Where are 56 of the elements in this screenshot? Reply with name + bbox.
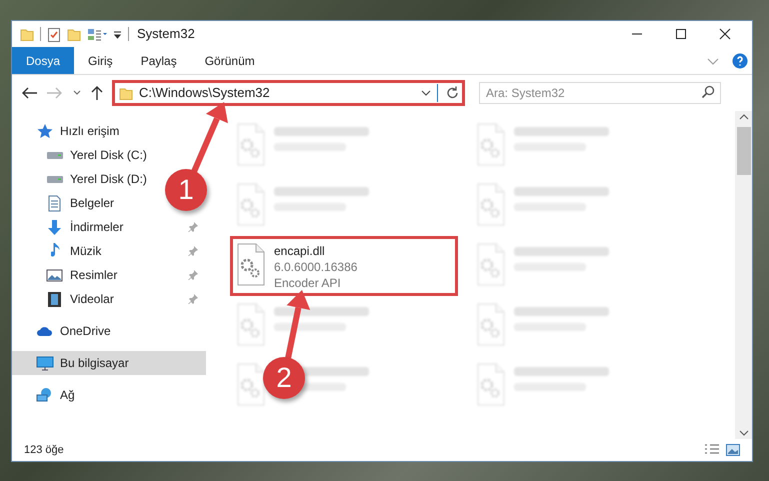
nav-label: Hızlı erişim	[60, 123, 120, 140]
address-field[interactable]: C:\Windows\System32	[112, 80, 465, 106]
drive-icon	[46, 176, 64, 182]
nav-item[interactable]: Yerel Disk (C:)	[12, 143, 155, 167]
nav-item[interactable]: OneDrive	[12, 319, 119, 343]
search-icon[interactable]	[701, 85, 715, 99]
chevron-down-icon[interactable]	[421, 88, 431, 98]
nav-item[interactable]: Yerel Disk (D:)	[12, 167, 155, 191]
help-icon[interactable]	[732, 52, 748, 68]
nav-label: Belgeler	[70, 195, 114, 212]
drive-icon	[46, 152, 64, 158]
checklist-icon[interactable]	[47, 26, 61, 42]
star-icon	[36, 122, 54, 140]
nav-label: Resimler	[70, 267, 118, 284]
nav-item[interactable]: İndirmeler	[12, 215, 206, 239]
nav-item[interactable]: Ağ	[12, 383, 83, 407]
nav-item[interactable]: Bu bilgisayar	[12, 351, 206, 375]
picture-icon	[46, 266, 64, 284]
file-detail: 6.0.6000.16386	[274, 259, 358, 275]
up-arrow-icon[interactable]	[90, 85, 104, 101]
folder-icon	[20, 26, 34, 42]
large-icons-view-icon[interactable]	[726, 444, 740, 456]
nav-label: Müzik	[70, 243, 102, 260]
nav-item[interactable]: Belgeler	[12, 191, 122, 215]
nav-label: Bu bilgisayar	[60, 355, 130, 372]
nav-label: OneDrive	[60, 323, 111, 340]
nav-item[interactable]: Resimler	[12, 263, 206, 287]
nav-item[interactable]: Müzik	[12, 239, 206, 263]
ribbon-tab[interactable]: Paylaş	[126, 47, 191, 74]
ribbon-tab[interactable]: Dosya	[12, 47, 74, 74]
network-icon	[36, 386, 54, 404]
nav-label: Ağ	[60, 387, 75, 404]
file-name: encapi.dll	[274, 243, 326, 259]
properties-icon[interactable]	[87, 26, 107, 42]
ribbon-tab[interactable]: Giriş	[74, 47, 127, 74]
nav-label: Videolar	[70, 291, 115, 308]
address-text: C:\Windows\System32	[139, 84, 271, 102]
monitor-icon	[36, 354, 54, 372]
item-count: 123 öğe	[24, 442, 64, 458]
nav-item[interactable]: Videolar	[12, 287, 206, 311]
ribbon-tab[interactable]: Görünüm	[190, 47, 269, 74]
back-arrow-icon[interactable]	[20, 86, 38, 100]
nav-label: İndirmeler	[70, 219, 124, 236]
window-title: System32	[137, 25, 195, 44]
download-arrow-icon	[46, 218, 64, 236]
folder-icon	[119, 86, 133, 100]
file-item[interactable]: encapi.dll 6.0.6000.16386 Encoder API	[230, 236, 458, 296]
nav-label: Yerel Disk (D:)	[70, 171, 147, 188]
scrollbar-thumb[interactable]	[736, 127, 750, 175]
nav-label: Yerel Disk (C:)	[70, 147, 147, 164]
search-field[interactable]: Ara: System32	[479, 82, 721, 104]
blurred-detail-bar	[274, 323, 346, 331]
film-icon	[46, 290, 64, 308]
nav-item[interactable]: Hızlı erişim	[12, 119, 128, 143]
file-detail: Encoder API	[274, 275, 342, 291]
details-view-icon[interactable]	[704, 444, 720, 456]
